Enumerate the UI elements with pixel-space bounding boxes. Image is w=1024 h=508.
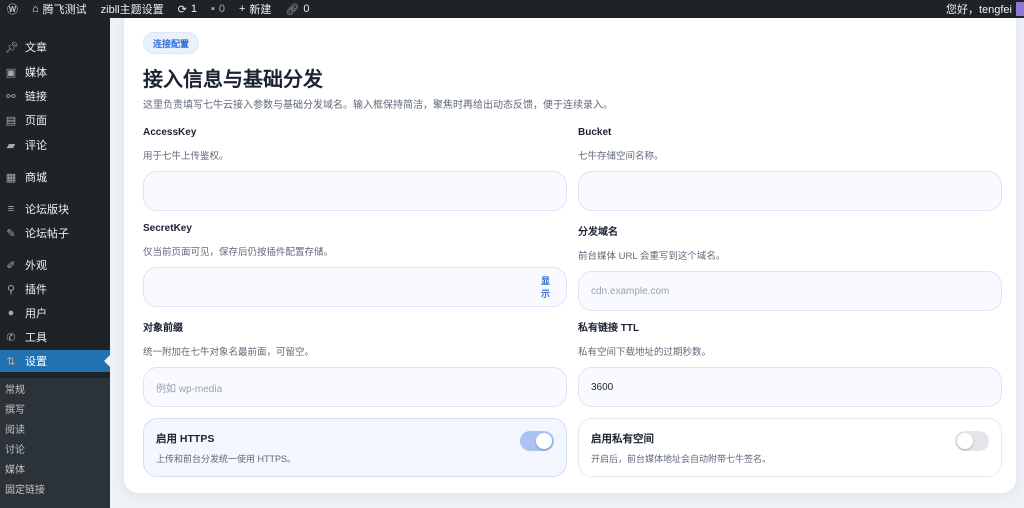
field-hint: 用于七牛上传鉴权。 [143,151,229,162]
field-input[interactable]: cdn.example.com [578,271,1002,311]
field-input[interactable]: 3600 [578,367,1002,407]
field-hint: 私有空间下载地址的过期秒数。 [578,347,712,358]
admin-bar: Ⓦ ⌂ 腾飞测试 zibll主题设置 ⟳ 1 ▪ 0 + 新建 🔗︎ 0 您好，tengf… [0,0,1024,18]
section-description: 这里负责填写七牛云接入参数与基础分发域名。输入框保持简洁，聚焦时再给出动态反馈，… [143,100,613,111]
section-badge: 连接配置 [143,32,200,54]
toggle-card-1: 启用私有空间 开启后，前台媒体地址会自动附带七牛签名。 [578,418,1002,477]
field-hint: 仅当前页面可见，保存后仍按插件配置存储。 [143,247,334,258]
sidebar-item-2[interactable]: ⚯ 链接 [0,85,110,107]
sidebar-item-6[interactable]: ≡ 论坛版块 [0,198,110,220]
sidebar-item-5[interactable]: ▦ 商城 [0,166,110,188]
pin-icon: 📌︎ [5,41,19,54]
sidebar-item-4[interactable]: ▰ 评论 [0,134,110,156]
wrench-icon: ✆ [6,331,16,344]
show-secret-button[interactable]: 显示 [541,275,552,301]
submenu-item-5[interactable]: 固定链接 [0,478,110,498]
field-5: 私有链接 TTL 私有空间下载地址的过期秒数。 3600 [578,319,1002,407]
site-name-link[interactable]: ⌂ 腾飞测试 [25,0,94,18]
comment-icon: ▪ [210,3,215,15]
field-label: 分发域名 [578,227,618,238]
field-hint: 七牛存储空间名称。 [578,151,664,162]
submenu-item-3[interactable]: 讨论 [0,438,110,458]
field-2: SecretKey 仅当前页面可见，保存后仍按插件配置存储。显示 [143,223,567,307]
sidebar-item-8[interactable]: ✐ 外观 [0,254,110,276]
sidebar-item-1[interactable]: ▣ 媒体 [0,61,110,83]
field-hint: 前台媒体 URL 会重写到这个域名。 [578,251,726,262]
store-icon: ▦ [5,171,17,184]
submenu-item-2[interactable]: 阅读 [0,418,110,438]
field-label: Bucket [578,127,612,138]
field-input[interactable] [143,171,567,211]
submenu-item-1[interactable]: 撰写 [0,398,110,418]
page-title: 接入信息与基础分发 [143,69,323,91]
field-label: SecretKey [143,223,192,234]
sidebar-item-10[interactable]: ● 用户 [0,302,110,324]
field-4: 对象前缀统一附加在七牛对象名最前面，可留空。例如 wp-media [143,319,567,407]
field-input[interactable] [578,171,1002,211]
field-label: AccessKey [143,127,197,138]
connection-settings-card: 连接配置 接入信息与基础分发 这里负责填写七牛云接入参数与基础分发域名。输入框保… [124,8,1016,493]
sidebar-item-7[interactable]: ✎ 论坛帖子 [0,222,110,244]
admin-sidebar: 📌︎ 文章 ▣ 媒体 ⚯ 链接 ▤ 页面 ▰ 评论 ▦ 商城 ≡ 论坛版块 ✎ 论坛帖子 ✐ 外观 ⚲ 插件 ● 用户 ✆ 工… [0,18,110,508]
link-icon: 🔗︎ [285,3,300,16]
brush-icon: ✐ [6,259,16,272]
post-icon: ✎ [6,227,16,240]
updates-link[interactable]: ⟳ 1 [171,0,204,18]
link-icon: ⚯ [6,90,16,103]
sidebar-item-0[interactable]: 📌︎ 文章 [0,36,110,58]
field-hint: 统一附加在七牛对象名最前面，可留空。 [143,347,315,358]
toggle-card-0: 启用 HTTPS 上传和前台分发统一使用 HTTPS。 [143,418,567,477]
sidebar-item-9[interactable]: ⚲ 插件 [0,278,110,300]
field-0: AccessKey 用于七牛上传鉴权。 [143,127,567,211]
field-input[interactable]: 显示 [143,267,567,307]
plugin-icon: ⚲ [6,283,16,296]
field-input[interactable]: 例如 wp-media [143,367,567,407]
toggle-switch[interactable] [520,431,554,451]
submenu-item-0[interactable]: 常规 [0,378,110,398]
refresh-icon: ⟳ [177,3,187,16]
sidebar-item-12[interactable]: ⇅ 设置 [0,350,110,372]
media-icon: ▣ [5,66,17,79]
user-icon: ● [7,307,15,319]
settings-icon: ⇅ [6,355,16,368]
field-3: 分发域名前台媒体 URL 会重写到这个域名。 cdn.example.com [578,223,1002,311]
wordpress-logo-icon[interactable]: Ⓦ [0,0,25,18]
plus-icon: + [238,3,246,15]
field-label: 私有链接 TTL [578,323,640,334]
comments-link[interactable]: ▪ 0 [204,0,232,18]
toggle-switch[interactable] [955,431,989,451]
user-account-menu[interactable]: 您好，tengfei [939,0,1024,18]
links-link[interactable]: 🔗︎ 0 [278,0,316,18]
new-content-link[interactable]: + 新建 [232,0,278,18]
sidebar-item-3[interactable]: ▤ 页面 [0,109,110,131]
field-label: 对象前缀 [143,323,183,334]
submenu-item-4[interactable]: 媒体 [0,458,110,478]
page-icon: ▤ [5,114,17,127]
theme-settings-link[interactable]: zibll主题设置 [94,0,171,18]
field-1: Bucket 七牛存储空间名称。 [578,127,1002,211]
avatar [1016,2,1024,16]
forum-icon: ≡ [7,203,15,215]
comment-icon: ▰ [6,139,16,152]
home-icon: ⌂ [32,3,39,15]
sidebar-item-11[interactable]: ✆ 工具 [0,326,110,348]
